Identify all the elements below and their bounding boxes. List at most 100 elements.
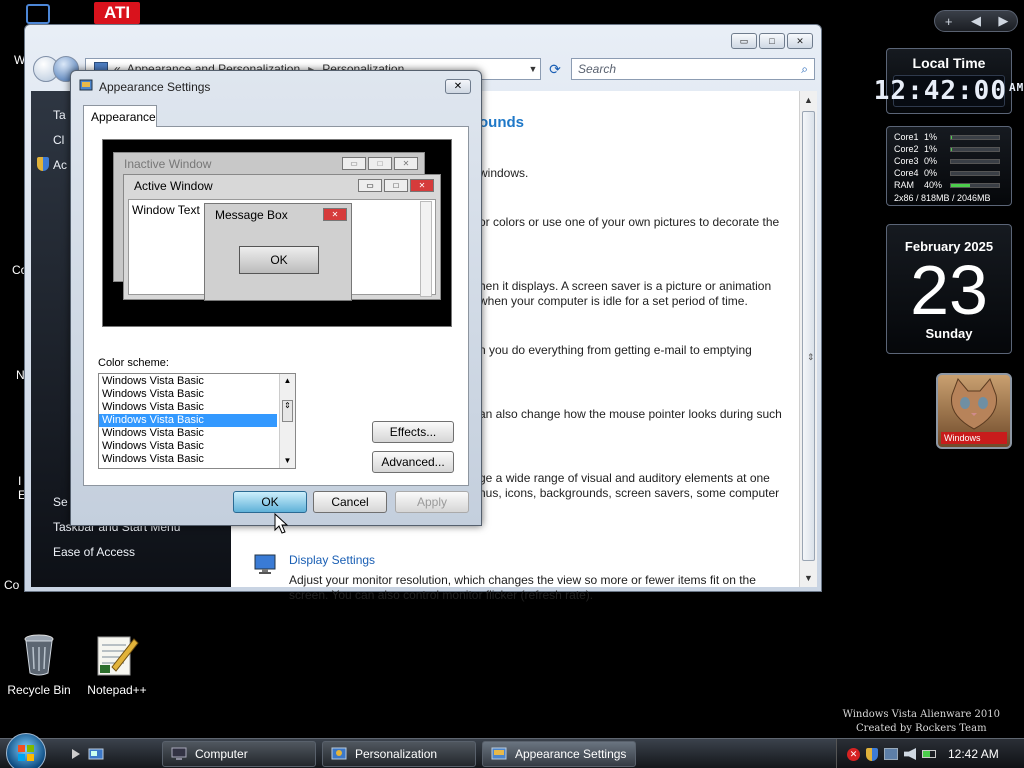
cpu-meter-row: RAM 40% bbox=[887, 179, 1011, 191]
search-input[interactable]: Search bbox=[578, 62, 801, 76]
scheme-preview: Inactive Window ▭ □ ✕ Active Window ▭ □ ✕ Wi… bbox=[102, 139, 452, 327]
taskbar-button-appearance-settings[interactable]: Appearance Settings bbox=[482, 741, 636, 767]
dialog-title: Appearance Settings bbox=[99, 80, 211, 94]
cpu-meter-footer: 2x86 / 818MB / 2046MB bbox=[894, 193, 991, 203]
scroll-up-arrow[interactable]: ▲ bbox=[800, 91, 817, 109]
cpu-row-percent: 0% bbox=[924, 168, 938, 178]
calendar-day: 23 bbox=[910, 251, 988, 329]
taskbar-clock[interactable]: 12:42 AM bbox=[948, 747, 999, 761]
dialog-close-button[interactable]: ✕ bbox=[445, 79, 471, 94]
search-icon[interactable]: ⌕ bbox=[801, 62, 808, 77]
color-scheme-list[interactable]: Windows Vista Basic Windows Vista Basic Wi… bbox=[98, 373, 296, 469]
ease-of-access-link[interactable]: Ease of Access bbox=[53, 545, 135, 559]
desc-fragment-8: nus, icons, backgrounds, screen savers, … bbox=[479, 486, 780, 500]
cpu-row-label: Core3 bbox=[894, 156, 919, 166]
color-scheme-option[interactable]: Windows Vista Basic bbox=[99, 427, 277, 440]
preview-scrollbar bbox=[420, 201, 432, 297]
minimize-button[interactable]: ▭ bbox=[731, 33, 757, 49]
personalization-icon bbox=[331, 747, 347, 760]
clock-title: Local Time bbox=[912, 55, 986, 71]
desktop-shortcut-icon[interactable] bbox=[26, 4, 50, 24]
desktop-icon-notepad-plus-plus[interactable]: Notepad++ bbox=[80, 633, 154, 697]
color-scheme-option[interactable]: Windows Vista Basic bbox=[99, 414, 277, 427]
ati-logo[interactable]: ATI bbox=[94, 2, 140, 24]
add-gadget-button[interactable]: + bbox=[938, 14, 960, 29]
previous-page-button[interactable]: ◀ bbox=[965, 13, 987, 29]
desc-fragment-7: ge a wide range of visual and auditory e… bbox=[479, 471, 770, 485]
color-scheme-option[interactable]: Windows Vista Basic bbox=[99, 440, 277, 453]
cpu-row-label: RAM bbox=[894, 180, 914, 190]
cpu-row-bar bbox=[950, 134, 1000, 140]
desc-fragment-5: n you do everything from getting e-mail … bbox=[479, 343, 752, 357]
advanced-button[interactable]: Advanced... bbox=[372, 451, 454, 473]
taskbar-button-computer[interactable]: Computer bbox=[162, 741, 316, 767]
task-link-2[interactable]: Cl bbox=[53, 133, 64, 147]
cpu-meter-row: Core2 1% bbox=[887, 143, 1011, 155]
desc-fragment-3: hen it displays. A screen saver is a pic… bbox=[479, 279, 772, 293]
next-page-button[interactable]: ▶ bbox=[992, 13, 1014, 29]
network-icon[interactable] bbox=[884, 748, 898, 760]
search-box[interactable]: Search ⌕ bbox=[571, 58, 815, 80]
slideshow-caption: Windows bbox=[941, 432, 1007, 444]
quick-launch-show-desktop-icon[interactable] bbox=[68, 746, 84, 762]
task-link-1[interactable]: Ta bbox=[53, 108, 66, 122]
desc-fragment-6: an also change how the mouse pointer loo… bbox=[479, 407, 782, 421]
cpu-meter-gadget[interactable]: Core1 1% Core2 1% Core3 0% Core4 0% RAM 40% 2x86 … bbox=[886, 126, 1012, 206]
cpu-row-label: Core4 bbox=[894, 168, 919, 178]
close-button[interactable]: ✕ bbox=[787, 33, 813, 49]
quick-launch-switch-windows-icon[interactable] bbox=[88, 746, 104, 762]
cpu-row-bar bbox=[950, 158, 1000, 164]
desc-fragment-1: windows. bbox=[479, 166, 529, 180]
security-alert-icon[interactable]: ✕ bbox=[847, 747, 860, 761]
color-scheme-option[interactable]: Windows Vista Basic bbox=[99, 375, 277, 388]
see-also-label: Se bbox=[53, 495, 68, 509]
page-heading: ounds bbox=[479, 114, 524, 131]
shield-icon bbox=[37, 157, 49, 171]
color-scheme-option[interactable]: Windows Vista Basic bbox=[99, 401, 277, 414]
preview-ok-button: OK bbox=[239, 246, 319, 274]
preview-active-window: Active Window ▭ □ ✕ Window Text Message Bo… bbox=[123, 174, 441, 301]
recycle-bin-icon bbox=[24, 634, 54, 676]
taskbar: Computer Personalization Appearance Sett… bbox=[0, 733, 1024, 768]
refresh-icon[interactable]: ⟳ bbox=[541, 61, 569, 78]
computer-icon bbox=[171, 747, 187, 760]
apply-button[interactable]: Apply bbox=[395, 491, 469, 513]
appearance-settings-dialog[interactable]: Appearance Settings ✕ Appearance Inactiv… bbox=[70, 70, 482, 526]
color-scheme-option[interactable]: Windows Vista Basic bbox=[99, 388, 277, 401]
tab-appearance[interactable]: Appearance bbox=[83, 105, 157, 127]
preview-message-box: Message Box ✕ OK bbox=[204, 203, 352, 301]
cpu-row-percent: 40% bbox=[924, 180, 943, 190]
cancel-button[interactable]: Cancel bbox=[313, 491, 387, 513]
desktop-icon-recycle-bin[interactable]: Recycle Bin bbox=[4, 633, 74, 697]
display-settings-link[interactable]: Display Settings bbox=[289, 553, 375, 567]
shield-tray-icon[interactable] bbox=[866, 747, 878, 761]
vertical-scrollbar[interactable]: ▲ ⇕ ▼ bbox=[799, 91, 817, 587]
scroll-down-arrow[interactable]: ▼ bbox=[800, 569, 817, 587]
address-dropdown-icon[interactable]: ▼ bbox=[526, 64, 540, 74]
calendar-weekday: Sunday bbox=[925, 326, 973, 341]
slideshow-gadget[interactable]: Windows bbox=[936, 373, 1012, 449]
battery-icon[interactable] bbox=[922, 750, 936, 758]
taskbar-button-personalization[interactable]: Personalization bbox=[322, 741, 476, 767]
os-watermark: Windows Vista Alienware 2010 Created by … bbox=[842, 709, 1000, 734]
notification-area: ✕ 12:42 AM bbox=[836, 739, 1024, 768]
preview-window-text: Window Text bbox=[132, 203, 200, 217]
calendar-gadget[interactable]: February 2025 23 Sunday bbox=[886, 224, 1012, 354]
volume-icon[interactable] bbox=[904, 748, 916, 760]
color-scheme-label: Color scheme: bbox=[98, 357, 169, 369]
taskbar-computer-label: Computer bbox=[195, 747, 248, 761]
taskbar-appearance-label: Appearance Settings bbox=[515, 747, 627, 761]
ok-button[interactable]: OK bbox=[233, 491, 307, 513]
kitten-photo bbox=[950, 378, 998, 430]
color-scheme-option[interactable]: Windows Vista Basic bbox=[99, 453, 277, 466]
color-scheme-scrollbar[interactable]: ▲ ⇕ ▼ bbox=[279, 374, 295, 468]
effects-button[interactable]: Effects... bbox=[372, 421, 454, 443]
cpu-meter-row: Core1 1% bbox=[887, 131, 1011, 143]
task-link-3[interactable]: Ac bbox=[53, 158, 67, 172]
maximize-button[interactable]: □ bbox=[759, 33, 785, 49]
recycle-bin-label: Recycle Bin bbox=[7, 683, 71, 697]
clock-gadget[interactable]: Local Time 12:42:00 AM bbox=[874, 48, 1023, 114]
start-button[interactable] bbox=[6, 733, 46, 768]
scroll-thumb[interactable]: ⇕ bbox=[802, 111, 815, 561]
cpu-meter-row: Core4 0% bbox=[887, 167, 1011, 179]
